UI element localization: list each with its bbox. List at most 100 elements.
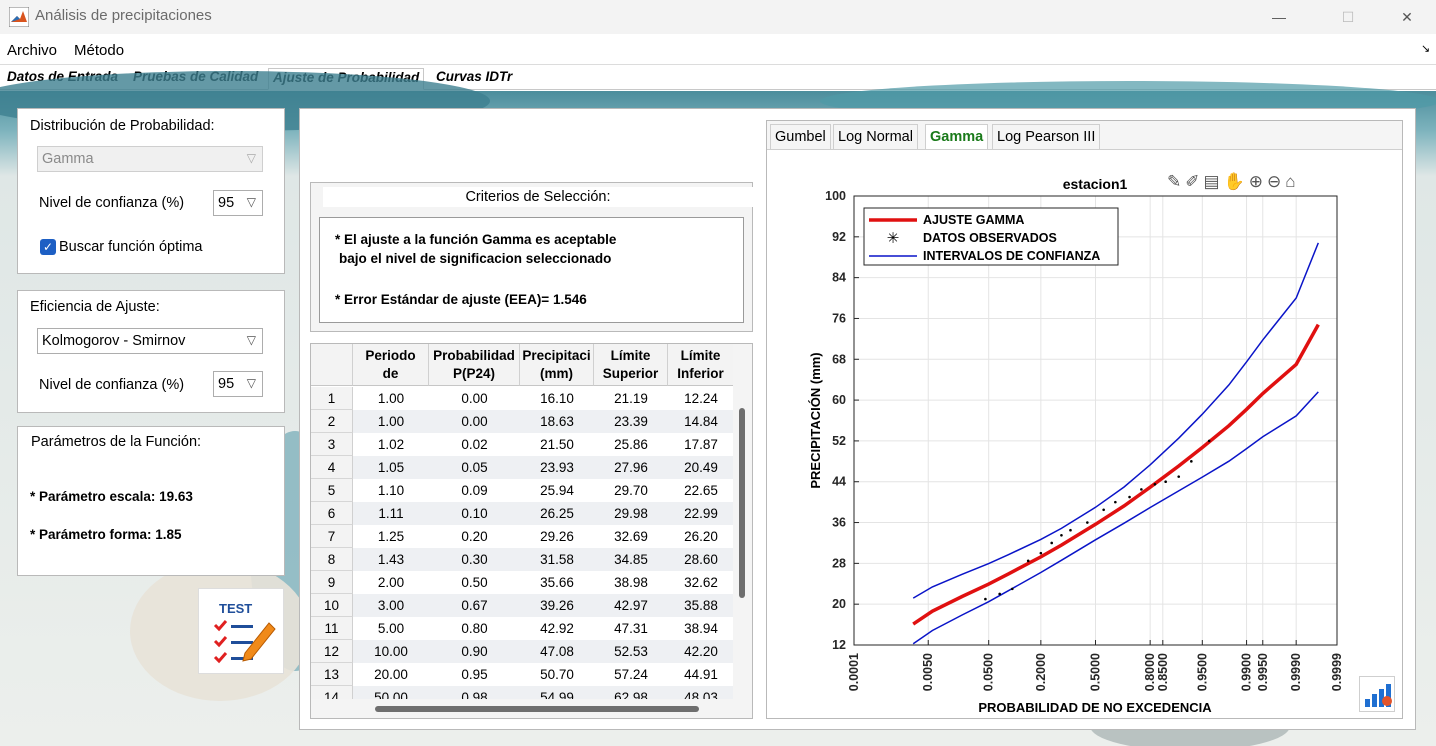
data-tips-icon[interactable]: ✐ [1185,172,1199,192]
table-cell[interactable]: 3.00 [353,594,429,617]
menu-archivo[interactable]: Archivo [7,42,57,59]
table-cell[interactable]: 23.39 [594,410,668,433]
zoom-out-icon[interactable]: ⊖ [1267,172,1281,192]
row-header[interactable]: 4 [311,456,353,479]
column-header[interactable]: Probabilidad P(P24) [429,344,520,386]
table-cell[interactable]: 23.93 [520,456,594,479]
column-header[interactable]: Periodo de [353,344,429,386]
table-cell[interactable]: 22.65 [668,479,733,502]
efficiency-confidence-select[interactable]: 95 ▽ [213,371,263,397]
home-icon[interactable]: ⌂ [1285,172,1295,192]
table-cell[interactable]: 10.00 [353,640,429,663]
column-header[interactable]: Límite Superior [594,344,668,386]
table-cell[interactable]: 44.91 [668,663,733,686]
table-cell[interactable]: 1.10 [353,479,429,502]
table-cell[interactable]: 38.98 [594,571,668,594]
table-cell[interactable]: 5.00 [353,617,429,640]
table-cell[interactable]: 1.02 [353,433,429,456]
table-cell[interactable]: 57.24 [594,663,668,686]
table-cell[interactable]: 50.00 [353,686,429,699]
brush-icon[interactable]: ✎ [1167,172,1181,192]
row-header[interactable]: 10 [311,594,353,617]
column-header[interactable]: Precipitaci (mm) [520,344,594,386]
table-cell[interactable]: 0.90 [429,640,520,663]
table-cell[interactable]: 17.87 [668,433,733,456]
table-cell[interactable]: 25.94 [520,479,594,502]
table-cell[interactable]: 32.62 [668,571,733,594]
zoom-in-icon[interactable]: ⊕ [1249,172,1263,192]
table-cell[interactable]: 0.80 [429,617,520,640]
row-header[interactable]: 8 [311,548,353,571]
row-header[interactable]: 13 [311,663,353,686]
efficiency-select[interactable]: Kolmogorov - Smirnov ▽ [37,328,263,354]
row-header[interactable]: 2 [311,410,353,433]
table-cell[interactable]: 1.00 [353,410,429,433]
table-cell[interactable]: 0.50 [429,571,520,594]
table-cell[interactable]: 12.24 [668,387,733,410]
table-cell[interactable]: 42.97 [594,594,668,617]
table-cell[interactable]: 14.84 [668,410,733,433]
tab-gumbel[interactable]: Gumbel [770,124,831,150]
row-header[interactable]: 7 [311,525,353,548]
table-cell[interactable]: 22.99 [668,502,733,525]
row-header[interactable]: 11 [311,617,353,640]
minimize-button[interactable]: — [1256,0,1302,34]
menu-metodo[interactable]: Método [74,42,124,59]
table-cell[interactable]: 0.09 [429,479,520,502]
row-header[interactable]: 14 [311,686,353,699]
table-cell[interactable]: 0.67 [429,594,520,617]
vertical-scrollbar[interactable] [739,408,745,598]
table-cell[interactable]: 29.70 [594,479,668,502]
table-cell[interactable]: 31.58 [520,548,594,571]
row-header[interactable]: 5 [311,479,353,502]
table-cell[interactable]: 16.10 [520,387,594,410]
table-cell[interactable]: 0.95 [429,663,520,686]
horizontal-scrollbar[interactable] [375,706,699,712]
table-cell[interactable]: 47.31 [594,617,668,640]
table-cell[interactable]: 50.70 [520,663,594,686]
table-cell[interactable]: 1.11 [353,502,429,525]
table-cell[interactable]: 47.08 [520,640,594,663]
table-cell[interactable]: 0.00 [429,387,520,410]
table-cell[interactable]: 35.88 [668,594,733,617]
table-cell[interactable]: 0.02 [429,433,520,456]
test-button[interactable]: TEST [198,588,284,674]
table-cell[interactable]: 38.94 [668,617,733,640]
close-button[interactable]: ✕ [1384,0,1430,34]
table-cell[interactable]: 0.05 [429,456,520,479]
table-cell[interactable]: 35.66 [520,571,594,594]
row-header[interactable]: 6 [311,502,353,525]
table-cell[interactable]: 20.49 [668,456,733,479]
legend-toggle-icon[interactable]: ▤ [1204,172,1220,192]
table-cell[interactable]: 28.60 [668,548,733,571]
table-cell[interactable]: 29.26 [520,525,594,548]
table-cell[interactable]: 21.19 [594,387,668,410]
table-cell[interactable]: 27.96 [594,456,668,479]
table-cell[interactable]: 54.99 [520,686,594,699]
row-header[interactable]: 1 [311,387,353,410]
table-cell[interactable]: 32.69 [594,525,668,548]
row-header[interactable]: 9 [311,571,353,594]
chart-options-button[interactable] [1359,676,1395,712]
table-cell[interactable]: 52.53 [594,640,668,663]
toolbar-pin-icon[interactable]: ↘ [1421,42,1430,55]
table-cell[interactable]: 26.25 [520,502,594,525]
row-header[interactable]: 3 [311,433,353,456]
pan-icon[interactable]: ✋ [1224,172,1245,192]
table-cell[interactable]: 0.10 [429,502,520,525]
table-cell[interactable]: 2.00 [353,571,429,594]
table-cell[interactable]: 21.50 [520,433,594,456]
table-cell[interactable]: 0.00 [429,410,520,433]
table-cell[interactable]: 0.20 [429,525,520,548]
table-cell[interactable]: 1.43 [353,548,429,571]
tab-log-pearson-iii[interactable]: Log Pearson III [992,124,1101,150]
table-cell[interactable]: 1.05 [353,456,429,479]
table-cell[interactable]: 18.63 [520,410,594,433]
table-cell[interactable]: 62.98 [594,686,668,699]
tab-gamma[interactable]: Gamma [925,124,989,150]
maximize-button[interactable]: ☐ [1325,0,1371,34]
table-cell[interactable]: 1.25 [353,525,429,548]
optimal-checkbox[interactable]: ✓ [40,239,56,255]
row-header[interactable]: 12 [311,640,353,663]
table-cell[interactable]: 42.20 [668,640,733,663]
